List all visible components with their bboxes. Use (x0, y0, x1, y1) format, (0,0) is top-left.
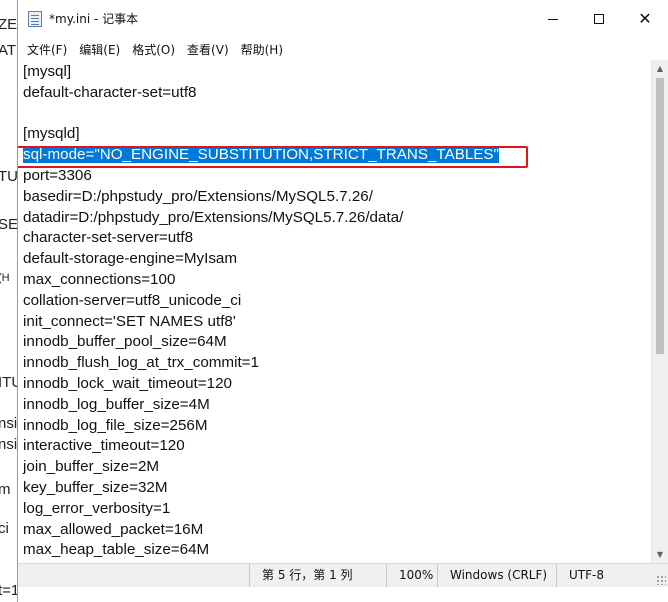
text-line-content: max_allowed_packet=16M (23, 520, 204, 538)
text-line[interactable]: innodb_buffer_pool_size=64M (23, 332, 499, 353)
encoding: UTF-8 (556, 564, 652, 587)
notepad-window: *my.ini - 记事本 ✕ 文件(F) 编辑(E) 格式(O) 查看(V) … (17, 0, 668, 602)
text-line-content: innodb_log_buffer_size=4M (23, 395, 210, 413)
text-line[interactable] (23, 104, 499, 125)
menu-bar: 文件(F) 编辑(E) 格式(O) 查看(V) 帮助(H) (18, 38, 668, 60)
text-line[interactable]: init_connect='SET NAMES utf8' (23, 312, 499, 333)
bg-fragment: TU (0, 168, 18, 185)
text-line-content: interactive_timeout=120 (23, 437, 185, 455)
text-line-content: innodb_buffer_pool_size=64M (23, 333, 227, 351)
maximize-button[interactable] (576, 0, 622, 38)
text-line[interactable]: innodb_log_file_size=256M (23, 416, 499, 437)
text-line-content: datadir=D:/phpstudy_pro/Extensions/MySQL… (23, 208, 404, 226)
status-bar: 第 5 行，第 1 列 100% Windows (CRLF) UTF-8 (18, 563, 668, 587)
text-line[interactable]: datadir=D:/phpstudy_pro/Extensions/MySQL… (23, 208, 499, 229)
bg-fragment: nsi (0, 436, 18, 453)
text-line-content: join_buffer_size=2M (23, 458, 160, 476)
text-line[interactable]: max_connections=100 (23, 270, 499, 291)
bg-fragment: nsi (0, 415, 18, 432)
text-line[interactable]: [mysqld] (23, 124, 499, 145)
close-icon: ✕ (638, 9, 652, 28)
text-line[interactable]: max_allowed_packet=16M (23, 520, 499, 541)
text-line[interactable]: join_buffer_size=2M (23, 457, 499, 478)
text-line-content: innodb_lock_wait_timeout=120 (23, 374, 232, 392)
text-line[interactable]: key_buffer_size=32M (23, 478, 499, 499)
vertical-scrollbar[interactable]: ▲ ▼ (651, 60, 668, 563)
title-bar[interactable]: *my.ini - 记事本 ✕ (18, 0, 668, 38)
window-title: *my.ini - 记事本 (49, 12, 139, 26)
bg-fragment: ci (0, 520, 9, 537)
text-line-content: log_error_verbosity=1 (23, 499, 171, 517)
text-line-content: collation-server=utf8_unicode_ci (23, 291, 242, 309)
text-line[interactable]: basedir=D:/phpstudy_pro/Extensions/MySQL… (23, 187, 499, 208)
bg-fragment: SE (0, 216, 19, 233)
menu-help[interactable]: 帮助(H) (236, 41, 288, 58)
menu-edit[interactable]: 编辑(E) (74, 41, 125, 58)
scroll-up-icon[interactable]: ▲ (652, 60, 668, 77)
text-line[interactable]: default-storage-engine=MyIsam (23, 249, 499, 270)
window-bottom-edge (18, 587, 668, 602)
menu-format[interactable]: 格式(O) (127, 41, 180, 58)
text-line-content: init_connect='SET NAMES utf8' (23, 312, 236, 330)
text-line-content: sql-mode="NO_ENGINE_SUBSTITUTION,STRICT_… (23, 146, 499, 164)
text-line-content: character-set-server=utf8 (23, 229, 194, 247)
text-line-content: max_heap_table_size=64M (23, 541, 210, 559)
close-button[interactable]: ✕ (622, 0, 668, 38)
text-line-content: basedir=D:/phpstudy_pro/Extensions/MySQL… (23, 187, 373, 205)
text-line[interactable]: interactive_timeout=120 (23, 436, 499, 457)
text-line-content: key_buffer_size=32M (23, 478, 168, 496)
text-editor[interactable]: [mysql] default-character-set=utf8 [mysqld… (18, 60, 651, 563)
selected-text-line[interactable]: sql-mode="NO_ENGINE_SUBSTITUTION,STRICT_… (23, 145, 499, 166)
text-line-content: [mysqld] (23, 125, 80, 143)
bg-fragment: (H (0, 272, 10, 284)
text-line[interactable]: innodb_lock_wait_timeout=120 (23, 374, 499, 395)
maximize-icon (594, 14, 604, 24)
minimize-button[interactable] (530, 0, 576, 38)
text-line[interactable]: default-character-set=utf8 (23, 83, 499, 104)
scroll-down-icon[interactable]: ▼ (652, 546, 668, 563)
cursor-position: 第 5 行，第 1 列 (249, 564, 386, 587)
text-line-content: default-storage-engine=MyIsam (23, 250, 238, 268)
text-line[interactable]: [mysql] (23, 62, 499, 83)
text-line-content: innodb_log_file_size=256M (23, 416, 208, 434)
line-ending: Windows (CRLF) (437, 564, 556, 587)
scrollbar-thumb[interactable] (656, 78, 664, 354)
zoom-level: 100% (386, 564, 437, 587)
notepad-icon (28, 11, 42, 27)
text-line-content: innodb_flush_log_at_trx_commit=1 (23, 354, 259, 372)
text-line[interactable]: port=3306 (23, 166, 499, 187)
text-line-content: port=3306 (23, 166, 92, 184)
text-line-content: max_connections=100 (23, 270, 176, 288)
bg-fragment: m (0, 481, 11, 498)
text-line[interactable]: innodb_log_buffer_size=4M (23, 395, 499, 416)
text-line[interactable]: innodb_flush_log_at_trx_commit=1 (23, 353, 499, 374)
text-line[interactable]: max_heap_table_size=64M (23, 540, 499, 561)
text-line-content: default-character-set=utf8 (23, 83, 197, 101)
menu-view[interactable]: 查看(V) (182, 41, 234, 58)
text-line-content: [mysql] (23, 63, 72, 80)
minimize-icon (548, 18, 558, 20)
editor-lines: [mysql] default-character-set=utf8 [mysqld… (23, 62, 499, 561)
resize-grip-icon[interactable] (656, 575, 666, 585)
text-line[interactable]: log_error_verbosity=1 (23, 499, 499, 520)
text-line[interactable]: collation-server=utf8_unicode_ci (23, 291, 499, 312)
bg-fragment: ZE (0, 16, 18, 33)
text-line[interactable]: character-set-server=utf8 (23, 228, 499, 249)
menu-file[interactable]: 文件(F) (22, 41, 72, 58)
